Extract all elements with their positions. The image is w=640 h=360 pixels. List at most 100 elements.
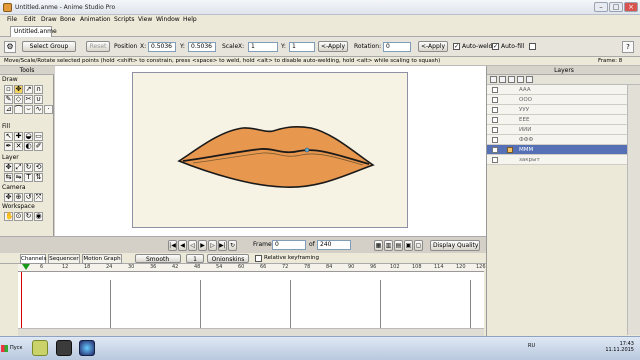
autoweld-checkbox[interactable]: ✓	[453, 43, 460, 50]
visibility-toggle[interactable]	[492, 117, 498, 123]
freehand-icon[interactable]: ✎	[4, 95, 13, 104]
view-full-icon[interactable]: ▢	[414, 240, 423, 251]
close-button[interactable]: ×	[624, 2, 638, 12]
start-button[interactable]: Пуск	[1, 340, 27, 357]
relative-keyframing-checkbox[interactable]	[255, 255, 262, 262]
paint-bucket-icon[interactable]: ◒	[24, 132, 33, 141]
time-ruler[interactable]: 6 12 18 24 30 36 42 48 54 60 66 72 78 84…	[18, 264, 486, 272]
layer-row-selected[interactable]: MMM	[487, 145, 627, 155]
select-group-button[interactable]: Select Group	[22, 41, 76, 52]
lips-drawing[interactable]	[133, 73, 409, 229]
visibility-toggle[interactable]	[492, 87, 498, 93]
tab-motion-graph[interactable]: Motion Graph	[82, 254, 122, 264]
zoom-icon[interactable]: ⊙	[14, 212, 23, 221]
curvature-icon[interactable]: ∩	[34, 85, 43, 94]
layer-row[interactable]: закрыт	[487, 155, 627, 165]
loop-icon[interactable]: ↻	[228, 240, 237, 251]
view-grid-icon[interactable]: ▣	[404, 240, 413, 251]
noise-icon[interactable]: ∿	[34, 105, 43, 114]
translate-layer-icon[interactable]: ✥	[4, 163, 13, 172]
interp-count-dropdown[interactable]: 1	[186, 254, 204, 263]
reset-button[interactable]: Reset	[86, 41, 110, 52]
step-back-icon[interactable]: ◀	[178, 240, 187, 251]
add-point-icon[interactable]: ↗	[24, 85, 33, 94]
switch-layer-icon[interactable]: ⇅	[34, 173, 43, 182]
shear-icon[interactable]: ⌒	[14, 105, 23, 114]
scatter-icon[interactable]: ·	[44, 105, 53, 114]
pos-x-field[interactable]: 0.5036	[148, 42, 176, 52]
keyframe-marker[interactable]	[470, 280, 471, 328]
menu-scripts[interactable]: Scripts	[114, 16, 135, 23]
line-width-icon[interactable]: ✒	[4, 142, 13, 151]
delete-layer-icon[interactable]	[508, 76, 515, 83]
menu-window[interactable]: Window	[156, 16, 180, 23]
apply-rotation-button[interactable]: <-Apply	[418, 41, 448, 52]
transform-points-icon[interactable]: ✥	[14, 85, 23, 94]
visibility-toggle[interactable]	[492, 97, 498, 103]
language-indicator[interactable]: RU	[528, 343, 535, 349]
roll-camera-icon[interactable]: ↺	[24, 193, 33, 202]
keyframe-marker[interactable]	[200, 280, 201, 328]
play-icon[interactable]: ▶	[198, 240, 207, 251]
maximize-button[interactable]: □	[609, 2, 623, 12]
onionskins-button[interactable]: Onionskins	[207, 254, 249, 263]
visibility-toggle[interactable]	[492, 147, 498, 153]
rotate-workspace-icon[interactable]: ↻	[24, 212, 33, 221]
rotate-layer-icon[interactable]: ↻	[24, 163, 33, 172]
go-start-icon[interactable]: |◀	[168, 240, 177, 251]
menu-bone[interactable]: Bone	[60, 16, 75, 23]
play-reverse-icon[interactable]: ◁	[188, 240, 197, 251]
view-split-icon[interactable]: ▥	[384, 240, 393, 251]
select-shape-icon[interactable]: ↖	[4, 132, 13, 141]
tab-untitled[interactable]: Untitled.anme	[10, 26, 57, 37]
scale-y-field[interactable]: 1	[289, 42, 315, 52]
interpolation-dropdown[interactable]: Smooth	[135, 254, 181, 263]
keyframe-marker[interactable]	[290, 280, 291, 328]
orbit-icon[interactable]: ◉	[34, 212, 43, 221]
layer-row[interactable]: УУУ	[487, 105, 627, 115]
frame-field[interactable]: 0	[272, 240, 306, 250]
layer-row[interactable]: ИИИ	[487, 125, 627, 135]
layer-settings-icon[interactable]	[517, 76, 524, 83]
set-origin-icon[interactable]: T	[24, 173, 33, 182]
visibility-toggle[interactable]	[492, 157, 498, 163]
view-single-icon[interactable]: ▦	[374, 240, 383, 251]
select-points-icon[interactable]: ▫	[4, 85, 13, 94]
visibility-toggle[interactable]	[492, 127, 498, 133]
menu-draw[interactable]: Draw	[41, 16, 57, 23]
hand-icon[interactable]: ✋	[4, 212, 14, 221]
rotation-field[interactable]: 0	[383, 42, 411, 52]
menu-animation[interactable]: Animation	[80, 16, 111, 23]
explorer-icon[interactable]	[32, 340, 48, 356]
pos-y-field[interactable]: 0.5036	[188, 42, 216, 52]
zoom-camera-icon[interactable]: ⊕	[14, 193, 23, 202]
go-end-icon[interactable]: ▶|	[218, 240, 227, 251]
apply-scale-button[interactable]: <-Apply	[318, 41, 348, 52]
draw-shape-icon[interactable]: ◇	[14, 95, 23, 104]
display-quality-dropdown[interactable]: Display Quality	[430, 240, 480, 251]
step-forward-icon[interactable]: ▷	[208, 240, 217, 251]
autofill-checkbox[interactable]: ✓	[492, 43, 499, 50]
delete-edge-icon[interactable]: ✂	[24, 95, 33, 104]
layers-scrollbar[interactable]	[627, 85, 640, 335]
layer-row[interactable]: AAA	[487, 85, 627, 95]
menu-help[interactable]: Help	[183, 16, 197, 23]
playhead[interactable]	[21, 272, 22, 332]
layer-row[interactable]: OOO	[487, 95, 627, 105]
timeline-scrollbar[interactable]	[18, 328, 484, 336]
canvas[interactable]	[132, 72, 408, 228]
stroke-exposure-icon[interactable]: ◐	[24, 142, 33, 151]
hide-edge-icon[interactable]: ✕	[14, 142, 23, 151]
view-quad-icon[interactable]: ▤	[394, 240, 403, 251]
layer-row[interactable]: ФФФ	[487, 135, 627, 145]
keyframe-marker[interactable]	[110, 280, 111, 328]
create-shape-icon[interactable]: ✚	[14, 132, 23, 141]
tab-sequencer[interactable]: Sequencer	[48, 254, 80, 264]
menu-view[interactable]: View	[138, 16, 152, 23]
scale-x-field[interactable]: 1	[248, 42, 278, 52]
bend-icon[interactable]: ⌣	[24, 105, 33, 114]
visibility-toggle[interactable]	[492, 107, 498, 113]
media-player-icon[interactable]	[79, 340, 95, 356]
gear-icon[interactable]: ⚙	[4, 41, 16, 53]
menu-file[interactable]: File	[7, 16, 17, 23]
